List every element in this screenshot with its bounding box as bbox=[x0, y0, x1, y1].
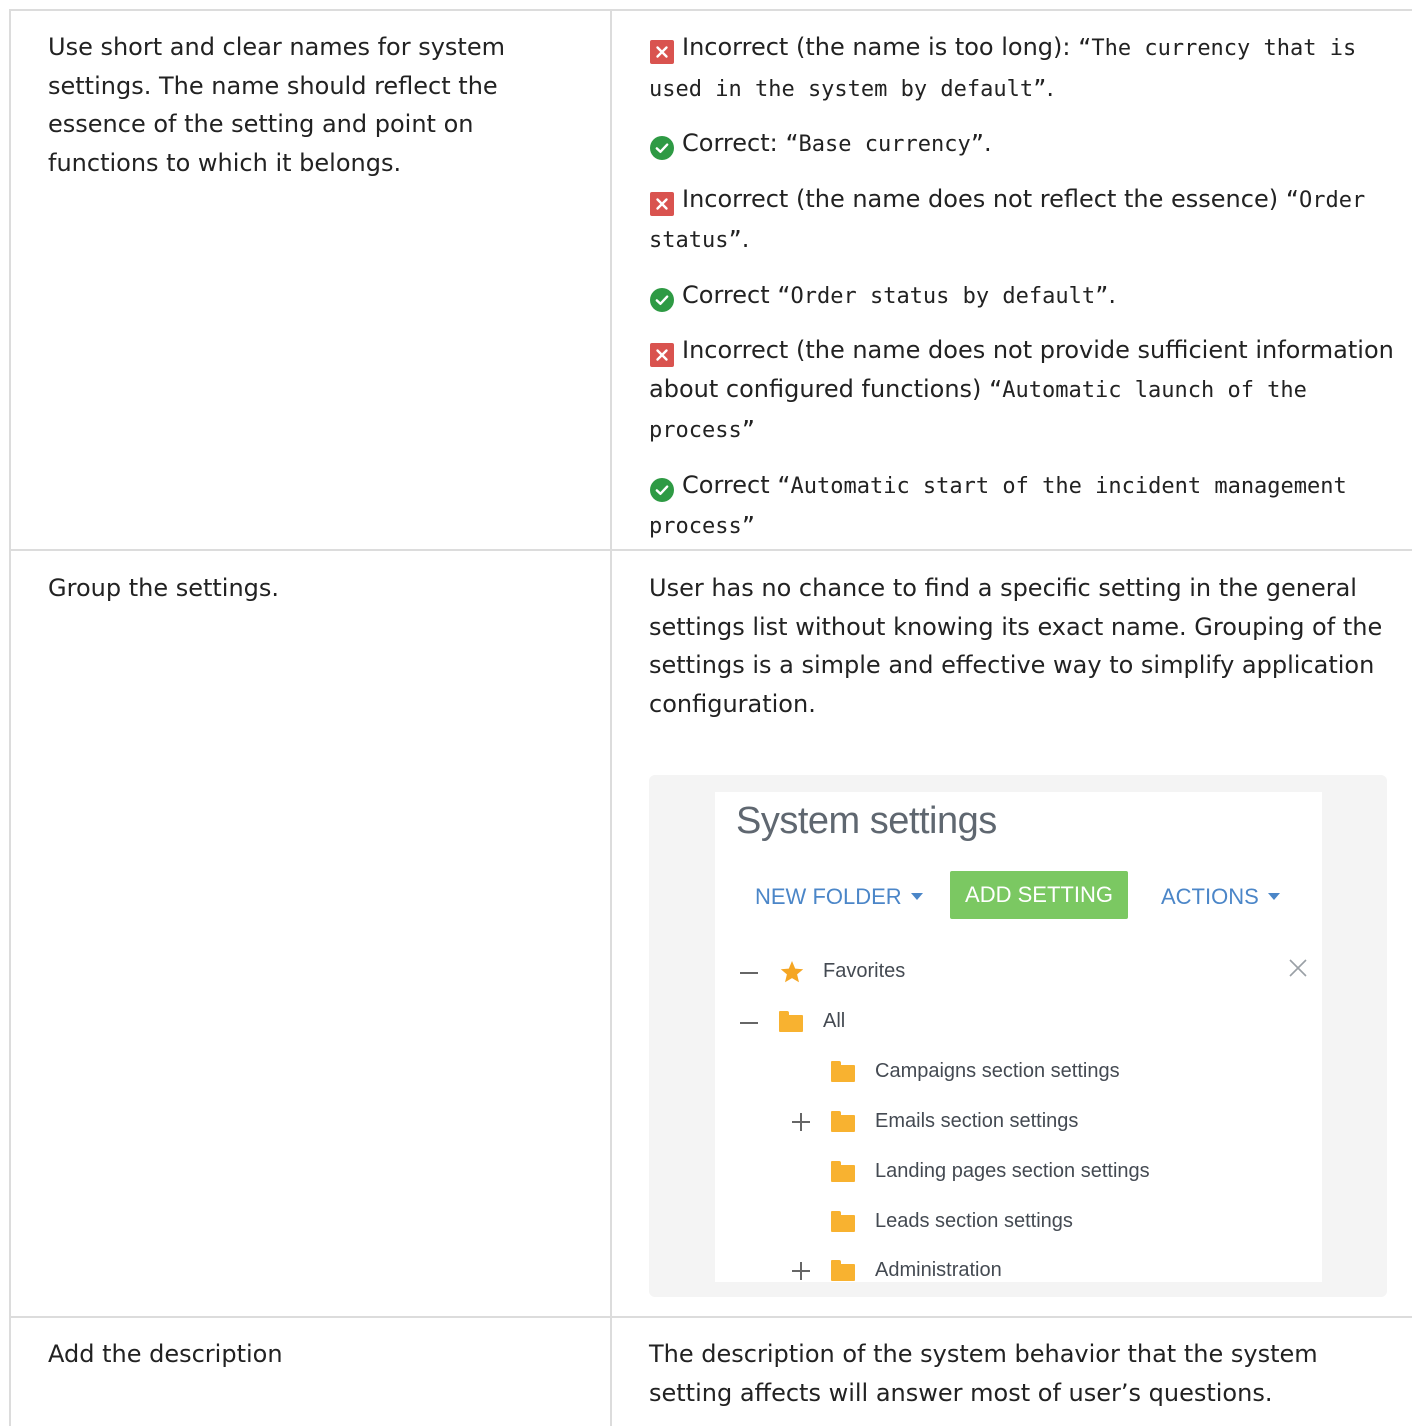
example-correct-base-currency: Correct: “Base currency”. bbox=[649, 124, 1399, 165]
naming-examples: Incorrect (the name is too long): “The c… bbox=[649, 28, 1399, 562]
cross-icon bbox=[650, 343, 674, 367]
folder-icon bbox=[831, 1161, 855, 1182]
example-correct-incident: Correct “Automatic start of the incident… bbox=[649, 470, 1347, 540]
table-top-border bbox=[9, 9, 1412, 11]
check-icon bbox=[650, 477, 674, 502]
tree-item-landing-pages[interactable]: Landing pages section settings bbox=[715, 1158, 1275, 1188]
tree-item-favorites[interactable]: Favorites bbox=[715, 958, 1275, 988]
check-icon bbox=[650, 136, 674, 160]
table-left-border bbox=[9, 9, 11, 1426]
cross-icon bbox=[650, 40, 674, 64]
folder-icon bbox=[831, 1111, 855, 1132]
example-incorrect-essence: Incorrect (the name does not reflect the… bbox=[649, 184, 1366, 254]
caret-down-icon bbox=[910, 893, 923, 900]
folder-icon bbox=[831, 1211, 855, 1232]
guideline-naming: Use short and clear names for system set… bbox=[48, 33, 505, 177]
tree-item-leads[interactable]: Leads section settings bbox=[715, 1208, 1275, 1238]
check-icon bbox=[650, 287, 674, 312]
panel-title: System settings bbox=[736, 800, 997, 842]
grouping-description: User has no chance to find a specific se… bbox=[649, 574, 1383, 718]
folder-icon bbox=[831, 1260, 855, 1281]
example-incorrect-too-long: Incorrect (the name is too long): “The c… bbox=[649, 33, 1357, 102]
folder-icon bbox=[831, 1061, 855, 1082]
description-explanation: The description of the system behavior t… bbox=[649, 1340, 1318, 1407]
actions-button[interactable]: ACTIONS bbox=[1161, 884, 1280, 910]
collapse-icon[interactable] bbox=[740, 972, 758, 974]
tree-item-all[interactable]: All bbox=[715, 1008, 1275, 1038]
star-icon bbox=[780, 961, 804, 983]
add-setting-button[interactable]: ADD SETTING bbox=[950, 871, 1128, 919]
system-settings-panel: System settings NEW FOLDER ADD SETTING A… bbox=[715, 792, 1322, 1282]
tree-item-emails[interactable]: Emails section settings bbox=[715, 1108, 1275, 1138]
example-correct-order-status: Correct “Order status by default”. bbox=[649, 276, 1399, 317]
collapse-icon[interactable] bbox=[740, 1022, 758, 1024]
tree-item-administration[interactable]: Administration bbox=[715, 1257, 1275, 1282]
cross-icon bbox=[650, 191, 674, 216]
guideline-grouping: Group the settings. bbox=[48, 574, 280, 602]
row-divider-2 bbox=[9, 1316, 1412, 1318]
caret-down-icon bbox=[1267, 893, 1280, 900]
example-incorrect-insufficient: Incorrect (the name does not provide suf… bbox=[649, 336, 1394, 443]
close-icon[interactable] bbox=[1289, 959, 1307, 977]
expand-icon[interactable] bbox=[792, 1262, 810, 1280]
column-divider bbox=[610, 9, 612, 1426]
folder-icon bbox=[779, 1011, 803, 1032]
tree-item-campaigns[interactable]: Campaigns section settings bbox=[715, 1058, 1275, 1088]
expand-icon[interactable] bbox=[792, 1113, 810, 1131]
new-folder-button[interactable]: NEW FOLDER bbox=[755, 884, 923, 910]
guideline-description: Add the description bbox=[48, 1340, 283, 1368]
